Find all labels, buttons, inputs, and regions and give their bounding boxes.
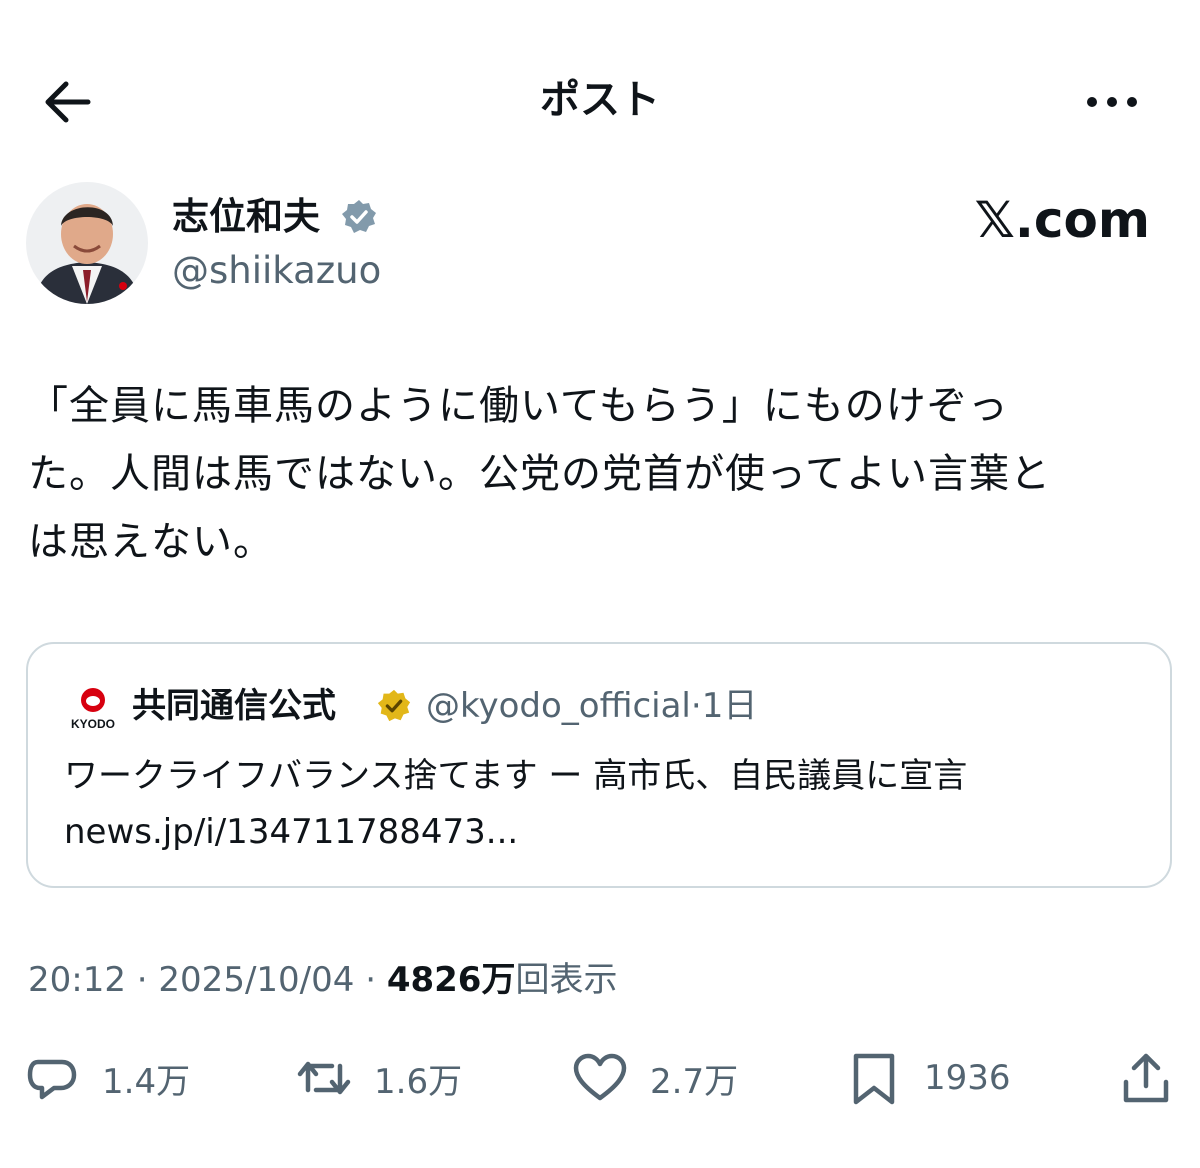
verified-badge-icon [340,198,378,236]
meta-separator: · [690,686,702,726]
repost-icon [297,1061,351,1095]
quoted-post-headline: ワークライフバランス捨てます ー 高市氏、自民議員に宣言 [64,756,968,796]
share-icon [1123,1053,1169,1103]
reply-count: 1.4万 [102,1061,191,1102]
repost-button[interactable]: 1.6万 [296,1046,462,1110]
bookmark-icon [853,1053,895,1105]
kyodo-logo-text: KYODO [71,717,115,730]
post-meta: 20:12 · 2025/10/04 · 4826万回表示 [28,956,617,1004]
reply-button[interactable]: 1.4万 [24,1046,190,1110]
avatar-photo [26,182,148,304]
repost-count: 1.6万 [374,1061,463,1102]
quoted-author-meta: @kyodo_official·1日 [426,682,757,730]
quoted-post-link[interactable]: news.jp/i/134711788473... [64,804,1154,860]
post-text: 「全員に馬車馬のように働いてもらう」にものけぞっ た。人間は馬ではない。公党の党… [28,372,1168,576]
reply-icon [27,1059,77,1100]
quoted-author-name: 共同通信公式 [132,686,336,726]
post-text-line: は思えない。 [28,519,274,565]
quoted-post-text: ワークライフバランス捨てます ー 高市氏、自民議員に宣言 news.jp/i/1… [64,748,1154,860]
post-time[interactable]: 20:12 [28,960,126,1000]
quoted-post-time: 1日 [701,686,758,726]
more-horizontal-icon [1087,97,1137,107]
share-button[interactable] [1118,1046,1174,1110]
post-text-line: 「全員に馬車馬のように働いてもらう」にものけぞっ [28,383,1009,429]
views-count: 4826万 [386,960,516,1000]
bookmark-count: 1936 [924,1058,1011,1098]
kyodo-logo: KYODO [66,686,120,731]
quoted-post-card[interactable]: KYODO 共同通信公式 @kyodo_official·1日 ワークライフバラ… [26,642,1172,888]
avatar[interactable] [26,182,148,304]
verified-gold-badge-icon [376,688,412,724]
meta-separator: · [365,960,377,1000]
x-com-watermark: 𝕏.com [974,191,1150,249]
quoted-author-handle: @kyodo_official [426,686,691,726]
more-button[interactable] [1080,82,1144,122]
bookmark-button[interactable]: 1936 [846,1046,1011,1110]
author-name[interactable]: 志位和夫 [172,192,320,242]
page-title: ポスト [540,77,660,123]
post-text-line: た。人間は馬ではない。公党の党首が使ってよい言葉と [28,451,1051,497]
like-count: 2.7万 [650,1061,739,1102]
like-button[interactable]: 2.7万 [572,1046,738,1110]
views-label: 回表示 [515,960,618,1000]
meta-separator: · [136,960,148,1000]
heart-icon [573,1053,627,1101]
post-date[interactable]: 2025/10/04 [158,960,354,1000]
author-handle[interactable]: @shiikazuo [172,246,381,296]
